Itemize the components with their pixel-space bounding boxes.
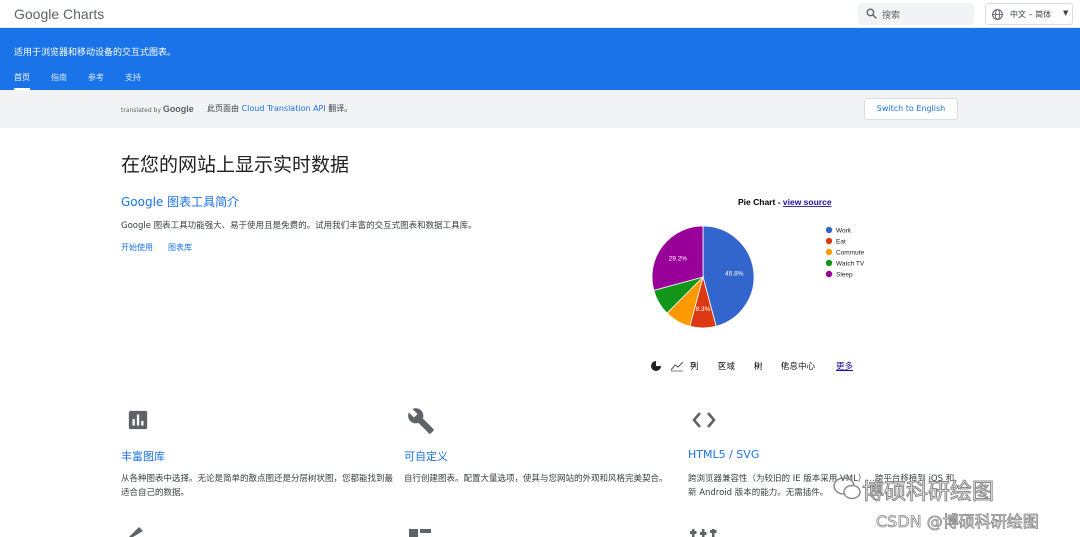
pie-data-label: 45.8%: [725, 270, 744, 277]
feature-desc-gallery: 从各种图表中选择。无论是简单的散点图还是分层树状图，您都能找到最适合自己的数据。: [121, 474, 394, 498]
google-charts-logo[interactable]: Google Charts: [14, 6, 104, 22]
code-icon: [692, 412, 716, 428]
tab-reference[interactable]: 参考: [88, 72, 104, 90]
watermark-title: 博硕科研绘图: [861, 480, 995, 506]
feature-desc-customizable: 自行创建图表。配置大量选项，使其与您网站的外观和风格完美契合。: [404, 474, 668, 484]
bar-chart-icon: [128, 410, 148, 430]
search-icon: [866, 8, 877, 19]
translated-by-label: translated by: [121, 107, 161, 114]
get-started-link[interactable]: 开始使用: [121, 242, 153, 253]
wrench-icon: [408, 408, 434, 434]
legend-swatch: [825, 248, 833, 256]
translated-by: translated by Google: [121, 104, 194, 114]
translation-note-suffix: 翻译。: [328, 104, 353, 113]
tab-guides[interactable]: 指南: [51, 72, 67, 90]
tool-icon: [129, 527, 143, 537]
tab-home[interactable]: 首页: [14, 72, 30, 90]
chart-title: Pie Chart - view source: [738, 197, 832, 207]
controls-icon: [690, 529, 717, 537]
translation-note-prefix: 此页面由: [207, 104, 239, 113]
legend-label: Watch TV: [836, 261, 865, 268]
chevron-down-icon: ▼: [1063, 9, 1069, 17]
page-title: 在您的网站上显示实时数据: [121, 154, 350, 176]
legend-label: Commute: [836, 250, 865, 257]
legend-swatch: [825, 237, 833, 245]
more-link[interactable]: 更多: [836, 360, 853, 372]
section-title[interactable]: Google 图表工具简介: [121, 193, 239, 210]
feature-title-html5[interactable]: HTML5 / SVG: [688, 448, 759, 461]
cloud-translation-link[interactable]: Cloud Translation API: [242, 104, 326, 113]
search-box[interactable]: 搜索: [858, 3, 974, 25]
legend-swatch: [825, 226, 833, 234]
pie-chart-icon[interactable]: [650, 360, 662, 375]
top-bar: Google Charts 搜索 中文 – 简体 ▼: [0, 0, 1080, 28]
feature-title-customizable[interactable]: 可自定义: [404, 448, 448, 464]
tree-chart-alt: 树: [754, 362, 763, 372]
pie-data-label: 8.3%: [696, 306, 711, 313]
column-chart-alt: 列: [690, 362, 699, 372]
legend-swatch: [825, 259, 833, 267]
intro-text: Google 图表工具功能强大、易于使用且是免费的。试用我们丰富的交互式图表和数…: [121, 221, 477, 231]
dashboard-icon: [409, 529, 431, 537]
area-chart-alt: 区域: [718, 362, 736, 372]
globe-icon: [992, 9, 1003, 20]
banner-subtitle: 适用于浏览器和移动设备的交互式图表。: [14, 48, 177, 58]
language-label: 中文 – 简体: [1010, 10, 1052, 19]
watermark-credit: CSDN @博硕科研绘图: [876, 512, 1040, 532]
header-banner: 适用于浏览器和移动设备的交互式图表。 首页 指南 参考 支持: [0, 28, 1080, 90]
legend-swatch: [825, 270, 833, 278]
line-chart-icon[interactable]: [670, 360, 684, 375]
view-source-link[interactable]: view source: [783, 197, 832, 207]
feature-title-gallery[interactable]: 丰富图库: [121, 448, 165, 464]
wechat-icon: [833, 477, 861, 500]
language-selector[interactable]: 中文 – 简体 ▼: [985, 3, 1073, 25]
switch-to-english-button[interactable]: Switch to English: [864, 98, 958, 120]
pie-data-label: 29.2%: [669, 255, 688, 262]
legend-label: Sleep: [836, 272, 853, 279]
search-placeholder: 搜索: [882, 11, 901, 21]
legend-label: Work: [836, 228, 852, 235]
chart-gallery-link[interactable]: 图表库: [168, 242, 192, 253]
google-wordmark: Google: [162, 104, 194, 114]
pie-chart: Pie Chart - view source 45.8% 8.3% 29.2% W…: [651, 197, 865, 329]
dashboard-alt: 信息中心: [781, 362, 816, 372]
legend-label: Eat: [836, 239, 846, 246]
translation-note: 此页面由 Cloud Translation API 翻译。: [207, 103, 352, 114]
translation-bar: translated by Google 此页面由 Cloud Translat…: [0, 90, 1080, 128]
tab-support[interactable]: 支持: [125, 72, 141, 90]
